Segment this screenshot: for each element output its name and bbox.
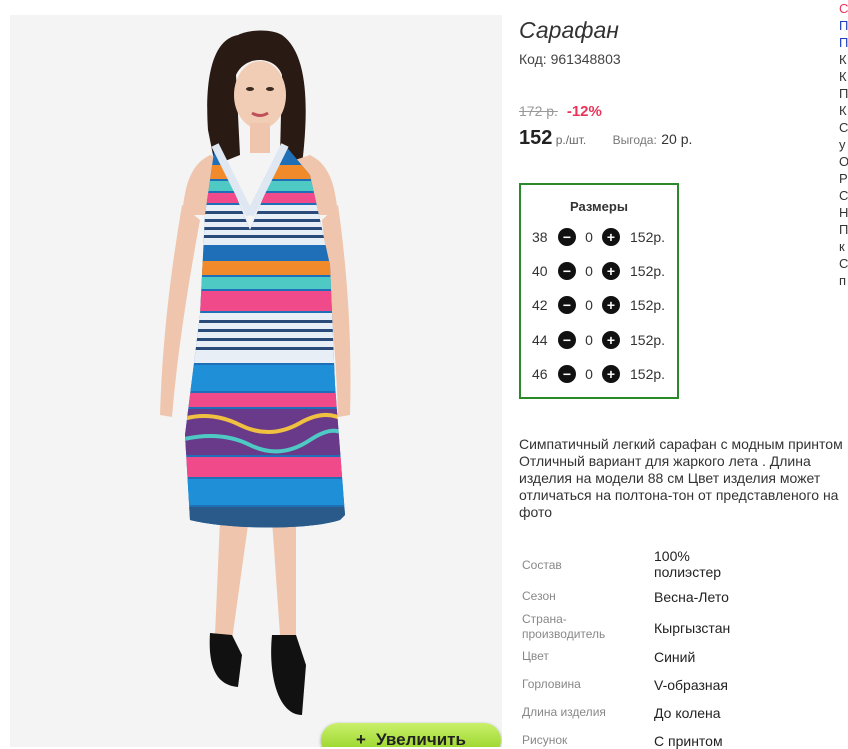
plus-icon[interactable]: + — [602, 365, 620, 383]
size-price: 152р. — [630, 332, 666, 348]
minus-icon[interactable]: − — [558, 228, 576, 246]
quantity-value[interactable]: 0 — [576, 366, 602, 382]
price-unit: р./шт. — [552, 133, 587, 147]
size-label: 40 — [532, 263, 548, 279]
right-column-item[interactable]: С — [839, 0, 848, 17]
plus-icon[interactable]: + — [602, 296, 620, 314]
plus-icon[interactable]: + — [602, 262, 620, 280]
product-title: Сарафан — [519, 17, 619, 43]
right-column-item[interactable]: П — [839, 34, 848, 51]
size-row-42: 42 − 0 + 152р. — [532, 295, 665, 315]
right-column-cut: С П П К К П К С у О Р С Н П к С п — [839, 0, 848, 290]
attribute-value: До колена — [654, 705, 721, 721]
right-column-item: С — [839, 120, 848, 135]
current-price: 152 — [519, 127, 553, 149]
size-label: 42 — [532, 297, 548, 313]
attribute-key: Страна-производитель — [522, 612, 606, 641]
zoom-button-label: Увеличить — [375, 730, 466, 747]
size-label: 44 — [532, 332, 548, 348]
size-price: 152р. — [630, 263, 666, 279]
minus-icon[interactable]: − — [558, 296, 576, 314]
savings-label: Выгода: — [612, 133, 657, 147]
size-selector: Размеры 38 − 0 + 152р. 40 − 0 + 152р. 42… — [519, 183, 679, 399]
price-row: 152 р./шт. Выгода: 20 р. — [519, 127, 692, 150]
attribute-key: Цвет — [522, 649, 549, 663]
minus-icon[interactable]: − — [558, 331, 576, 349]
description-line: фото — [519, 504, 553, 520]
sizes-title: Размеры — [570, 199, 628, 214]
attribute-row: Горловина V-образная — [522, 677, 728, 693]
attribute-value: 100% полиэстер — [654, 548, 722, 580]
right-column-item: П — [839, 86, 848, 101]
attribute-row: Цвет Синий — [522, 649, 695, 665]
size-row-46: 46 − 0 + 152р. — [532, 364, 665, 384]
size-price: 152р. — [630, 297, 666, 313]
discount-badge: -12% — [566, 103, 602, 120]
right-column-item: П — [839, 222, 848, 237]
attribute-value: Весна-Лето — [654, 589, 729, 605]
plus-icon[interactable]: + — [602, 331, 620, 349]
description-line: отличаться на полтона-тон от представлен… — [519, 487, 839, 503]
attribute-row: Сезон Весна-Лето — [522, 589, 729, 605]
savings-value: 20 р. — [661, 131, 693, 147]
right-column-item: К — [839, 69, 847, 84]
quantity-value[interactable]: 0 — [576, 297, 602, 313]
product-photo[interactable]: + Увеличить — [10, 15, 502, 747]
attribute-value: Кыргызстан — [654, 620, 731, 636]
size-price: 152р. — [630, 229, 666, 245]
right-column-item: Н — [839, 205, 848, 220]
right-column-item: О — [839, 154, 848, 169]
right-column-item: С — [839, 188, 848, 203]
quantity-value[interactable]: 0 — [576, 332, 602, 348]
description-line: Симпатичный легкий сарафан с модным прин… — [519, 436, 843, 452]
attribute-value: Синий — [654, 649, 696, 665]
plus-icon[interactable]: + — [602, 228, 620, 246]
size-label: 38 — [532, 229, 548, 245]
quantity-value[interactable]: 0 — [576, 229, 602, 245]
old-price-row: 172 р. -12% — [519, 103, 602, 120]
right-column-item: К — [839, 103, 847, 118]
size-row-40: 40 − 0 + 152р. — [532, 261, 665, 281]
product-description: Симпатичный легкий сарафан с модным прин… — [519, 436, 848, 521]
size-row-38: 38 − 0 + 152р. — [532, 227, 665, 247]
size-price: 152р. — [630, 366, 666, 382]
minus-icon[interactable]: − — [558, 365, 576, 383]
quantity-value[interactable]: 0 — [576, 263, 602, 279]
right-column-item: п — [839, 273, 847, 288]
old-price: 172 р. — [519, 103, 558, 119]
attribute-value: V-образная — [654, 677, 728, 693]
model-illustration — [160, 30, 351, 715]
right-column-item: К — [839, 52, 847, 67]
zoom-button[interactable]: + Увеличить — [321, 723, 501, 747]
size-row-44: 44 − 0 + 152р. — [532, 330, 665, 350]
right-column-item: С — [839, 256, 848, 271]
right-column-item: Р — [839, 171, 848, 186]
description-line: изделия на модели 88 см Цвет изделия мож… — [519, 470, 821, 486]
attribute-key: Сезон — [522, 589, 556, 603]
attribute-key: Горловина — [522, 677, 581, 691]
attribute-row: Длина изделия До колена — [522, 705, 721, 721]
right-column-item: к — [839, 239, 845, 254]
right-column-item: у — [839, 137, 846, 152]
attribute-row: Состав 100% полиэстер — [522, 548, 744, 580]
product-code: Код: 961348803 — [519, 51, 621, 67]
description-line: Отличный вариант для жаркого лета . Длин… — [519, 453, 811, 469]
attribute-key: Длина изделия — [522, 705, 606, 719]
minus-icon[interactable]: − — [558, 262, 576, 280]
plus-icon: + — [356, 730, 366, 747]
size-label: 46 — [532, 366, 548, 382]
attribute-row: Страна-производитель Кыргызстан — [522, 612, 730, 642]
right-column-item[interactable]: П — [839, 17, 848, 34]
attribute-key: Состав — [522, 558, 562, 572]
